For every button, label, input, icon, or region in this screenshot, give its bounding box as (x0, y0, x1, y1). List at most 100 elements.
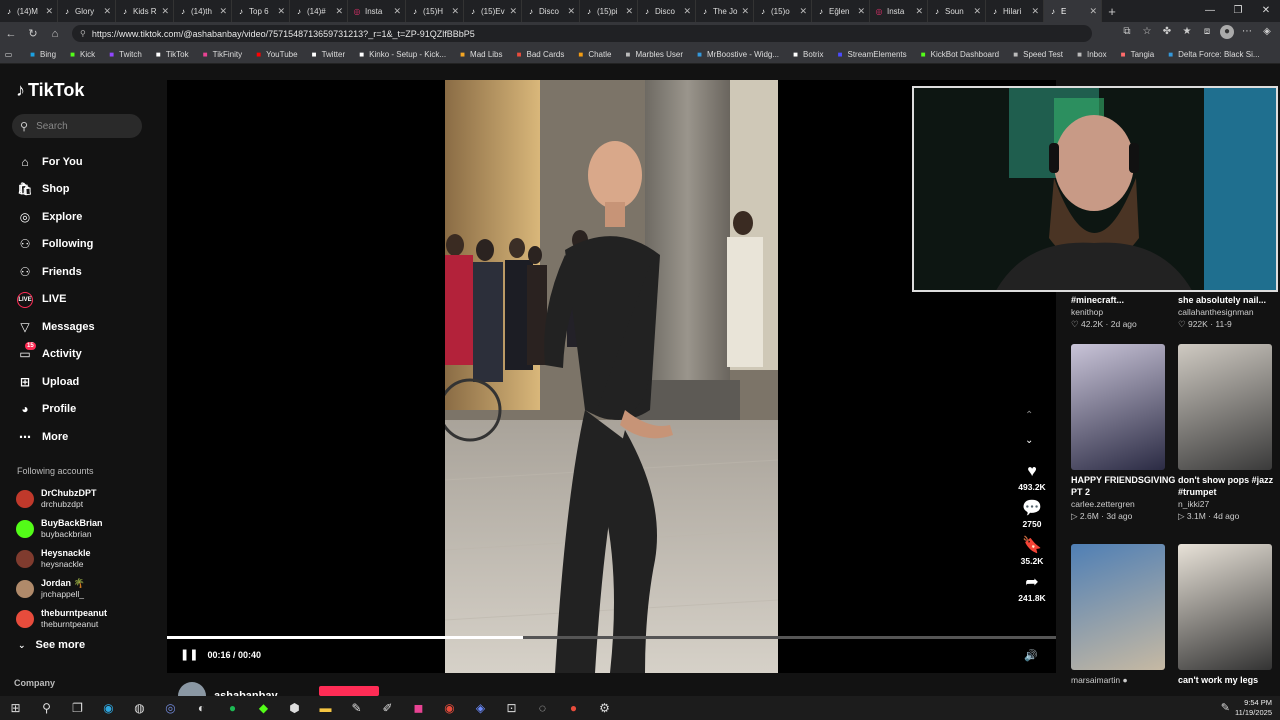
nav-item-shop[interactable]: 🛍 Shop (16, 176, 95, 204)
file-explorer-icon[interactable]: ▬ (310, 701, 341, 715)
browser-tab[interactable]: ♪ (15)pi ✕ (580, 0, 638, 22)
obs-icon[interactable]: ◐ (186, 701, 217, 715)
bookmark-item[interactable]: ■ Chatle (576, 50, 611, 59)
maximize-icon[interactable]: ❐ (1224, 0, 1252, 22)
settings-icon[interactable]: ⚙ (589, 701, 620, 715)
video-frame[interactable] (445, 80, 778, 673)
extensions-icon[interactable]: ✤ (1160, 25, 1174, 39)
following-account[interactable]: theburntpeanut theburntpeanut (16, 604, 107, 634)
nav-item-explore[interactable]: ◎ Explore (16, 203, 95, 231)
browser-tab[interactable]: ♪ (15)o ✕ (754, 0, 812, 22)
bookmark-item[interactable]: ■ Bad Cards (515, 50, 565, 59)
browser-tab[interactable]: ♪ (15)H ✕ (406, 0, 464, 22)
related-video-card[interactable]: HAPPY FRIENDSGIVING PT 2 carlee.zettergre… (1071, 344, 1175, 522)
bookmark-item[interactable]: ■ Twitter (310, 50, 345, 59)
close-tab-icon[interactable]: ✕ (509, 6, 517, 17)
close-tab-icon[interactable]: ✕ (451, 6, 459, 17)
bookmark-item[interactable]: ■ Mad Libs (458, 50, 502, 59)
profile-avatar-icon[interactable]: ● (1220, 25, 1234, 39)
related-video-card[interactable]: don't show pops #jazz #trumpet n_ikki27 ▷ … (1178, 344, 1278, 522)
browser-tab[interactable]: ♪ (14)M ✕ (0, 0, 58, 22)
related-video-card[interactable]: marsaimartin ● (1071, 544, 1171, 686)
following-account[interactable]: Jordan 🌴 jnchappell_ (16, 574, 107, 604)
action-comment[interactable]: 💬 2750 (1012, 499, 1052, 529)
nav-item-friends[interactable]: ⚇ Friends (16, 258, 95, 286)
site-info-icon[interactable]: ⚲ (80, 29, 86, 38)
bookmark-item[interactable]: ■ Kick (68, 50, 95, 59)
bookmark-item[interactable]: ■ Marbles User (623, 50, 684, 59)
nav-item-live[interactable]: LIVE LIVE (16, 286, 95, 314)
related-video-card[interactable]: can't work my legs (1178, 544, 1278, 686)
close-tab-icon[interactable]: ✕ (161, 6, 169, 17)
search-taskbar-icon[interactable]: ⚲ (31, 701, 62, 715)
follow-button[interactable] (319, 686, 379, 696)
minimize-icon[interactable]: — (1196, 0, 1224, 22)
url-bar[interactable]: ⚲ https://www.tiktok.com/@ashabanbay/vid… (72, 25, 1092, 42)
tray-pen-icon[interactable]: ✎ (1221, 701, 1230, 714)
favorites-icon[interactable]: ★ (1180, 25, 1194, 39)
bookmark-item[interactable]: ■ YouTube (254, 50, 297, 59)
browser-tab[interactable]: ♪ Top 6 ✕ (232, 0, 290, 22)
app-shield-icon[interactable]: ⬢ (279, 701, 310, 715)
tiktok-logo[interactable]: ♪ TikTok (16, 80, 84, 101)
browser-tab[interactable]: ♪ E ✕ (1044, 0, 1102, 22)
browser-tab[interactable]: ♪ Disco ✕ (638, 0, 696, 22)
app-window-icon[interactable]: ⊡ (496, 701, 527, 715)
nav-item-for-you[interactable]: ⌂ For You (16, 148, 95, 176)
bookmark-folder-icon[interactable]: ▭ (4, 50, 16, 59)
chrome-icon[interactable]: ◍ (124, 701, 155, 715)
pause-icon[interactable]: ❚❚ (180, 648, 198, 661)
spotify-icon[interactable]: ● (217, 701, 248, 715)
video-progress-bar[interactable] (167, 636, 1056, 639)
app-note-icon[interactable]: ✐ (372, 701, 403, 715)
close-tab-icon[interactable]: ✕ (683, 6, 691, 17)
browser-tab[interactable]: ♪ The Jo ✕ (696, 0, 754, 22)
related-video-card[interactable]: #minecraft... kenithop ♡ 42.2K · 2d ago (1071, 290, 1171, 330)
nav-item-more[interactable]: ⋯ More (16, 423, 95, 451)
following-account[interactable]: BuyBackBrian buybackbrian (16, 514, 107, 544)
star-icon[interactable]: ☆ (1140, 25, 1154, 39)
browser-tab[interactable]: ♪ Eğlen ✕ (812, 0, 870, 22)
nav-item-activity[interactable]: ▭ 15 Activity (16, 341, 95, 369)
author-avatar[interactable] (178, 682, 206, 696)
search-input[interactable]: ⚲ Search (12, 114, 142, 138)
bookmark-item[interactable]: ■ Delta Force: Black Si... (1166, 50, 1259, 59)
browser-tab[interactable]: ♪ (14)th ✕ (174, 0, 232, 22)
bookmark-item[interactable]: ■ KickBot Dashboard (919, 50, 999, 59)
related-video-card[interactable]: she absolutely nail... callahanthesignman… (1178, 290, 1278, 330)
task-view-icon[interactable]: ❐ (62, 701, 93, 715)
nav-item-profile[interactable]: ◕ Profile (16, 396, 95, 424)
new-tab-button[interactable]: + (1102, 4, 1122, 19)
bookmark-item[interactable]: ■ Tangia (1119, 50, 1155, 59)
close-tab-icon[interactable]: ✕ (1031, 6, 1039, 17)
bookmark-item[interactable]: ■ Kinko - Setup - Kick... (357, 50, 446, 59)
browser-tab[interactable]: ♪ (15)Ev ✕ (464, 0, 522, 22)
browser-tab[interactable]: ♪ Glory ✕ (58, 0, 116, 22)
copilot-icon[interactable]: ◈ (1260, 25, 1274, 39)
nav-item-following[interactable]: ⚇ Following (16, 231, 95, 259)
close-tab-icon[interactable]: ✕ (335, 6, 343, 17)
following-account[interactable]: Heysnackle heysnackle (16, 544, 107, 574)
discord-icon[interactable]: ◎ (155, 701, 186, 715)
close-tab-icon[interactable]: ✕ (277, 6, 285, 17)
close-tab-icon[interactable]: ✕ (799, 6, 807, 17)
close-tab-icon[interactable]: ✕ (915, 6, 923, 17)
close-tab-icon[interactable]: ✕ (567, 6, 575, 17)
app-red2-icon[interactable]: ● (558, 701, 589, 715)
close-tab-icon[interactable]: ✕ (1089, 6, 1097, 17)
app-red-icon[interactable]: ◉ (434, 701, 465, 715)
menu-dots-icon[interactable]: ⋯ (1240, 25, 1254, 39)
browser-tab[interactable]: ◎ Insta ✕ (870, 0, 928, 22)
windows-start-icon[interactable]: ⊞ (0, 701, 31, 715)
browser-tab[interactable]: ♪ Soun ✕ (928, 0, 986, 22)
bookmark-item[interactable]: ■ Inbox (1075, 50, 1107, 59)
close-tab-icon[interactable]: ✕ (219, 6, 227, 17)
nav-item-upload[interactable]: ⊞ Upload (16, 368, 95, 396)
close-window-icon[interactable]: ✕ (1252, 0, 1280, 22)
volume-icon[interactable]: 🔊 (1024, 649, 1038, 662)
chevron-down-nav-icon[interactable]: ⌄ (1025, 435, 1033, 446)
app-chat-icon[interactable]: ◌ (527, 701, 558, 715)
home-browser-icon[interactable]: ⌂ (44, 28, 66, 40)
action-bookmark[interactable]: 🔖 35.2K (1012, 536, 1052, 566)
close-tab-icon[interactable]: ✕ (857, 6, 865, 17)
